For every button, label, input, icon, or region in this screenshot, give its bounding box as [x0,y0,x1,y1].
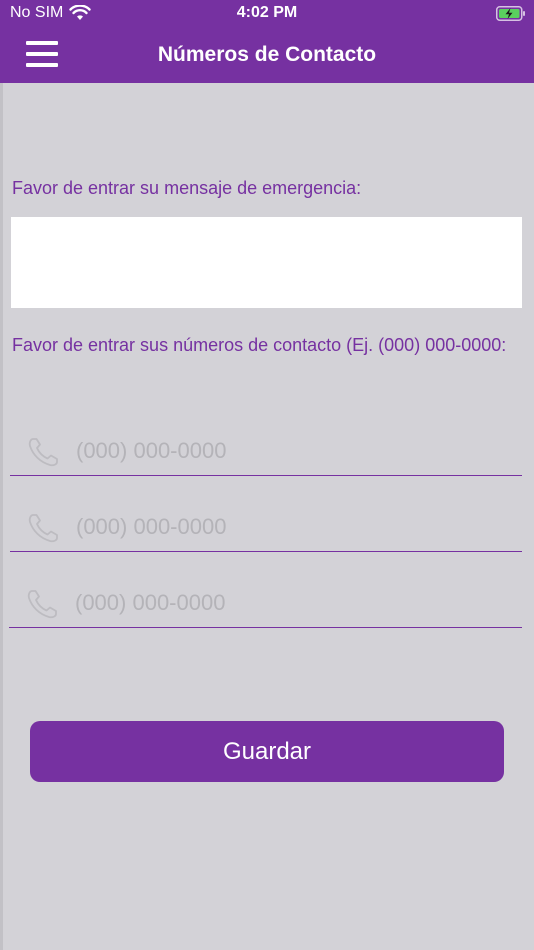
phone-input-2[interactable] [76,510,506,544]
emergency-message-input[interactable] [11,217,522,308]
screen: No SIM 4:02 PM Números de Contacto Favor… [0,0,534,950]
save-button[interactable]: Guardar [30,721,504,782]
battery-charging-icon [496,6,525,21]
phone-field-2 [10,502,522,552]
phone-input-3[interactable] [75,586,505,620]
phone-handset-icon [28,438,58,467]
message-label: Favor de entrar su mensaje de emergencia… [12,178,362,198]
phone-input-1[interactable] [76,434,506,468]
phone-field-3 [9,578,522,628]
page-title: Números de Contacto [157,43,377,66]
nav-bar: Números de Contacto [0,28,534,83]
status-bar: No SIM 4:02 PM [0,0,534,28]
phone-handset-icon [27,590,57,619]
left-edge-divider [0,83,3,950]
phone-field-1 [10,426,522,476]
contacts-label: Favor de entrar sus números de contacto … [12,335,507,355]
status-time: 4:02 PM [236,4,298,21]
phone-handset-icon [28,514,58,543]
